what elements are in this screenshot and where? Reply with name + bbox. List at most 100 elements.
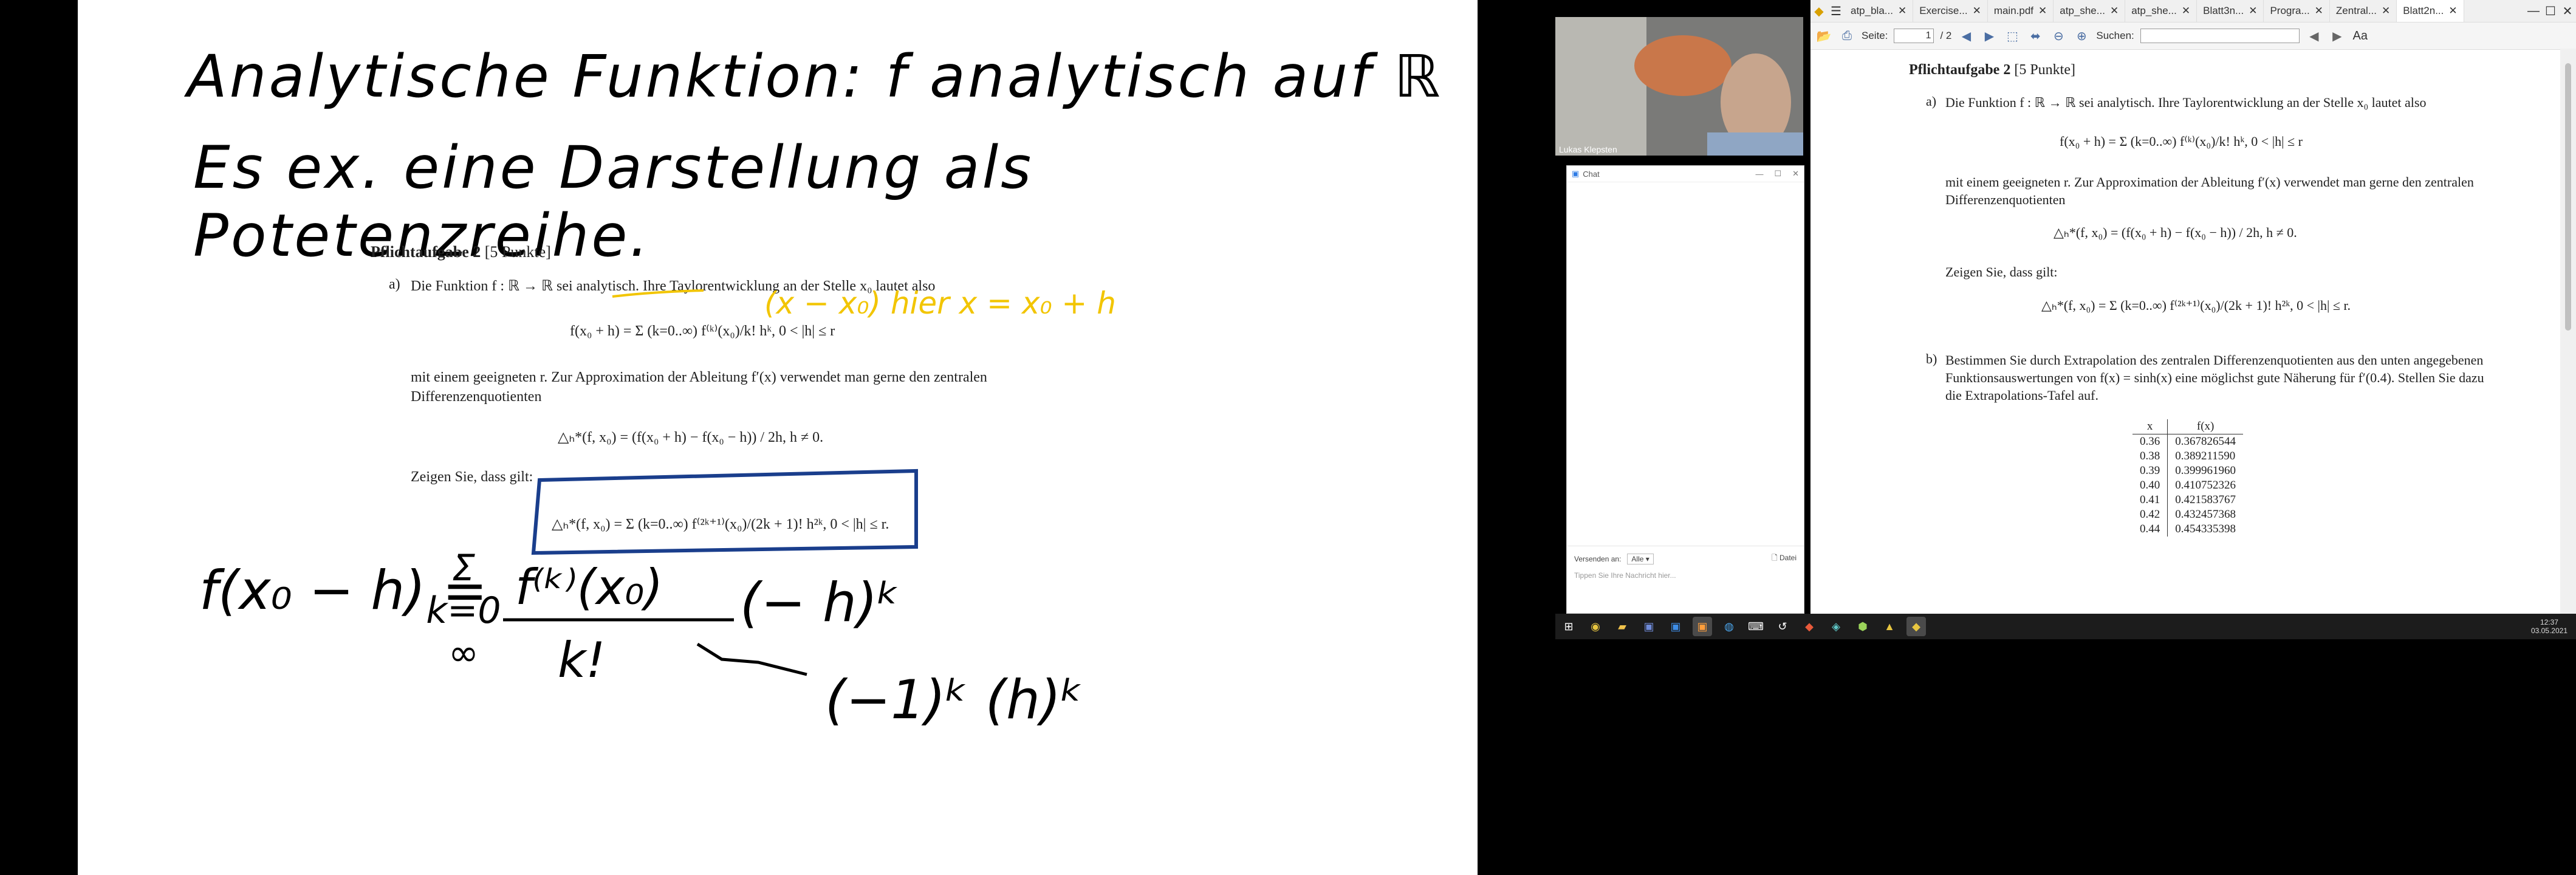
close-tab-icon[interactable]: ✕ [1973, 5, 1981, 17]
chat-footer: Versenden an: Alle ▾ 🗋 Datei Tippen Sie … [1567, 546, 1804, 613]
table-cell: 0.39 [2132, 464, 2168, 478]
search-label: Suchen: [2096, 30, 2134, 41]
match-case-icon[interactable]: Aa [2352, 27, 2369, 44]
app-icon[interactable]: ↺ [1773, 617, 1792, 636]
maximize-button[interactable]: ☐ [1774, 169, 1781, 179]
tab-label: atp_bla... [1851, 5, 1893, 16]
tab-label: Exercise... [1919, 5, 1968, 16]
chat-input-placeholder: Tippen Sie Ihre Nachricht hier... [1574, 571, 1676, 580]
table-cell: 0.421583767 [2175, 493, 2236, 506]
tab-label: Blatt2n... [2403, 5, 2444, 16]
forward-arrow-icon[interactable]: ▶ [1981, 27, 1998, 44]
search-prev-icon[interactable]: ◀ [2306, 27, 2323, 44]
zoom-in-icon[interactable]: ⊕ [2073, 27, 2090, 44]
app-icon[interactable]: ◆ [1800, 617, 1819, 636]
file-button[interactable]: 🗋 Datei [1772, 552, 1797, 565]
pdf-document[interactable]: Pflichtaufgabe 2 [5 Punkte] a) Die Funkt… [1810, 49, 2560, 614]
tab-1[interactable]: Exercise... ✕ [1913, 0, 1988, 22]
file-icon: 🗋 [1771, 554, 1778, 562]
close-tab-icon[interactable]: ✕ [2182, 5, 2190, 17]
file-button-label: Datei [1779, 554, 1797, 562]
app-icon[interactable]: ◈ [1826, 617, 1846, 636]
doc-heading: Pflichtaufgabe 2 [5 Punkte] [1909, 62, 2075, 78]
tab-label: Zentral... [2335, 5, 2377, 16]
close-button[interactable]: ✕ [1792, 169, 1799, 179]
menu-icon[interactable]: ☰ [1828, 2, 1845, 19]
blue-box [531, 468, 918, 555]
open-file-icon[interactable]: 📂 [1815, 27, 1832, 44]
print-icon[interactable]: ⎙ [1838, 27, 1855, 44]
doc-a-text-2: mit einem geeigneten r. Zur Approximatio… [1945, 174, 2474, 207]
tab-6[interactable]: Progra... ✕ [2264, 0, 2330, 22]
send-to-select[interactable]: Alle ▾ [1627, 553, 1654, 564]
table-row: 0.42 0.432457368 [2132, 507, 2243, 522]
send-to-label: Versenden an: [1574, 554, 1622, 563]
doc-a-formula-3: △ₕ*(f, x₀) = Σ (k=0..∞) f⁽²ᵏ⁺¹⁾(x₀)/(2k … [2041, 298, 2351, 313]
vertical-scrollbar[interactable] [2560, 49, 2576, 614]
close-tab-icon[interactable]: ✕ [2110, 5, 2119, 17]
chat-messages [1567, 182, 1804, 546]
tab-bar: ◆ ☰ atp_bla... ✕ Exercise... ✕ main.pdf ✕ a… [1810, 0, 2576, 22]
close-tab-icon[interactable]: ✕ [1898, 5, 1906, 17]
webcam-image [1555, 17, 1803, 156]
tab-8[interactable]: Blatt2n... ✕ [2397, 0, 2464, 22]
tab-label: Blatt3n... [2203, 5, 2244, 16]
table-row: 0.40 0.410752326 [2132, 478, 2243, 493]
folder-icon[interactable]: ▰ [1612, 617, 1632, 636]
table-cell: 0.41 [2132, 493, 2168, 507]
page-total: / 2 [1940, 30, 1952, 41]
page-input[interactable]: 1 [1894, 29, 1934, 43]
send-to-value: Alle [1631, 554, 1644, 563]
tab-2[interactable]: main.pdf ✕ [1988, 0, 2054, 22]
table-cell: 0.36 [2132, 434, 2168, 449]
start-icon[interactable]: ⊞ [1559, 617, 1578, 636]
tab-4[interactable]: atp_she... ✕ [2125, 0, 2197, 22]
search-input[interactable] [2140, 29, 2300, 43]
chevron-down-icon: ▾ [1645, 554, 1649, 563]
app-icon[interactable]: ⬢ [1853, 617, 1872, 636]
table-cell: 0.42 [2132, 507, 2168, 522]
tab-7[interactable]: Zentral... ✕ [2330, 0, 2397, 22]
search-next-icon[interactable]: ▶ [2329, 27, 2346, 44]
tab-3[interactable]: atp_she... ✕ [2054, 0, 2126, 22]
chat-input[interactable]: Tippen Sie Ihre Nachricht hier... [1567, 571, 1804, 580]
minimize-button[interactable]: — [1755, 170, 1763, 179]
system-clock[interactable]: 12:37 03.05.2021 [2531, 618, 2567, 635]
tab-5[interactable]: Blatt3n... ✕ [2197, 0, 2264, 22]
app-icon[interactable]: ◍ [1719, 617, 1739, 636]
app-icon[interactable]: ▲ [1880, 617, 1899, 636]
terminal-icon[interactable]: ⌨ [1746, 617, 1766, 636]
close-tab-icon[interactable]: ✕ [2038, 5, 2047, 17]
close-tab-icon[interactable]: ✕ [2249, 5, 2257, 17]
table-header-row: x f(x) [2132, 419, 2243, 434]
zoom-out-icon[interactable]: ⊖ [2050, 27, 2067, 44]
tab-label: main.pdf [1993, 5, 2034, 16]
window-minimize-button[interactable]: — [2525, 2, 2542, 19]
viewer-toolbar: 📂 ⎙ Seite: 1 / 2 ◀ ▶ ⬚ ⬌ ⊖ ⊕ Suchen: ◀ ▶… [1810, 22, 2576, 50]
close-tab-icon[interactable]: ✕ [2448, 5, 2457, 17]
app-icon[interactable]: ▣ [1666, 617, 1685, 636]
whiteboard-page[interactable]: Analytische Funktion: f analytisch auf ℝ… [78, 0, 1478, 875]
page-label: Seite: [1862, 30, 1888, 41]
pdf-viewer-taskbar-icon[interactable]: ◆ [1906, 617, 1926, 636]
close-tab-icon[interactable]: ✕ [2315, 5, 2323, 17]
whiteboard-area: Analytische Funktion: f analytisch auf ℝ… [0, 0, 1548, 875]
back-arrow-icon[interactable]: ◀ [1958, 27, 1975, 44]
app-logo-icon: ◆ [1814, 4, 1824, 18]
table-cell: 0.410752326 [2175, 479, 2236, 492]
fit-page-icon[interactable]: ⬚ [2004, 27, 2021, 44]
app-icon[interactable]: ▣ [1639, 617, 1659, 636]
pdf-viewer-window: ◆ ☰ atp_bla... ✕ Exercise... ✕ main.pdf ✕ a… [1810, 0, 2576, 614]
tab-0[interactable]: atp_bla... ✕ [1845, 0, 1914, 22]
table-cell: 0.432457368 [2175, 508, 2236, 521]
chrome-icon[interactable]: ◉ [1586, 617, 1605, 636]
fit-width-icon[interactable]: ⬌ [2027, 27, 2044, 44]
underbrace-stroke [696, 642, 807, 676]
app-icon[interactable]: ▣ [1693, 617, 1712, 636]
formula-power: (− h)ᵏ [740, 571, 900, 634]
webcam-video[interactable]: Lukas Klepsten [1555, 17, 1803, 156]
window-maximize-button[interactable]: ☐ [2542, 2, 2559, 19]
close-tab-icon[interactable]: ✕ [2382, 5, 2390, 17]
window-close-button[interactable]: ✕ [2559, 2, 2576, 19]
scrollbar-thumb[interactable] [2565, 63, 2571, 331]
